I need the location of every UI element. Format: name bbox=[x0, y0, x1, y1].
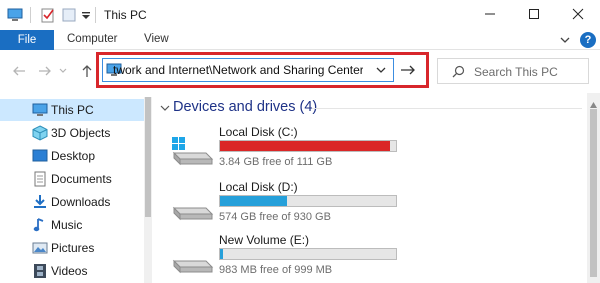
collapse-chevron-icon[interactable] bbox=[160, 102, 170, 112]
drive-usage-fill bbox=[220, 141, 390, 151]
search-icon bbox=[452, 65, 465, 78]
sidebar-item-3d-objects[interactable]: 3D Objects bbox=[0, 122, 148, 144]
navigation-pane: This PC 3D Objects Desktop Documents Dow… bbox=[0, 97, 152, 283]
tab-computer[interactable]: Computer bbox=[67, 33, 118, 45]
desktop-icon bbox=[32, 148, 48, 164]
drive-usage-bar bbox=[219, 195, 397, 207]
sidebar-item-label: Music bbox=[51, 218, 83, 232]
sidebar-item-pictures[interactable]: Pictures bbox=[0, 237, 148, 259]
drive-usage-fill bbox=[220, 196, 288, 206]
drive-free-space: 574 GB free of 930 GB bbox=[219, 211, 331, 223]
drive-free-space: 3.84 GB free of 111 GB bbox=[219, 156, 333, 168]
expand-ribbon-icon[interactable] bbox=[558, 33, 572, 47]
content-scroll-thumb[interactable] bbox=[590, 109, 597, 277]
sidebar-item-label: This PC bbox=[51, 103, 94, 117]
computer-icon[interactable] bbox=[7, 7, 23, 23]
tab-view[interactable]: View bbox=[144, 33, 169, 45]
go-arrow-icon[interactable] bbox=[398, 62, 418, 78]
help-button[interactable]: ? bbox=[580, 32, 596, 48]
drive-icon bbox=[170, 245, 214, 275]
music-note-icon bbox=[32, 217, 48, 233]
drive-name: New Volume (E:) bbox=[219, 233, 310, 247]
recent-locations-icon[interactable] bbox=[58, 65, 68, 81]
drive-item[interactable]: New Volume (E:) 983 MB free of 999 MB bbox=[152, 233, 587, 283]
sidebar-item-label: Desktop bbox=[51, 149, 96, 163]
properties-icon[interactable] bbox=[40, 7, 56, 23]
cube-icon bbox=[32, 125, 48, 141]
drive-item[interactable]: Local Disk (C:) 3.84 GB free of 111 GB bbox=[152, 125, 587, 175]
title-separator bbox=[95, 7, 96, 23]
minimize-icon bbox=[485, 13, 495, 15]
scroll-up-icon[interactable] bbox=[590, 97, 597, 108]
address-dropdown-icon[interactable] bbox=[375, 64, 387, 76]
close-icon bbox=[572, 8, 584, 20]
drive-usage-fill bbox=[220, 249, 223, 259]
window-title: This PC bbox=[104, 8, 147, 22]
sidebar-scroll-thumb[interactable] bbox=[145, 97, 151, 217]
tab-file[interactable]: File bbox=[0, 30, 54, 50]
drive-name: Local Disk (D:) bbox=[219, 180, 298, 194]
group-header[interactable]: Devices and drives (4) bbox=[173, 99, 317, 115]
sidebar-item-videos[interactable]: Videos bbox=[0, 260, 148, 282]
sidebar-item-this-pc[interactable]: This PC bbox=[0, 99, 148, 121]
sidebar-item-label: Downloads bbox=[51, 195, 111, 209]
sidebar-item-label: Pictures bbox=[51, 241, 95, 255]
group-divider bbox=[312, 108, 582, 109]
sidebar-item-label: Documents bbox=[51, 172, 112, 186]
drive-usage-bar bbox=[219, 140, 397, 152]
content-scrollbar[interactable] bbox=[587, 93, 600, 283]
new-folder-icon[interactable] bbox=[61, 7, 77, 23]
close-button[interactable] bbox=[556, 0, 600, 28]
pictures-icon bbox=[32, 240, 48, 256]
sidebar-item-label: 3D Objects bbox=[51, 126, 111, 140]
maximize-icon bbox=[529, 9, 539, 19]
forward-arrow-icon[interactable] bbox=[37, 63, 53, 79]
documents-icon bbox=[32, 171, 48, 187]
windows-drive-icon bbox=[170, 137, 214, 167]
sidebar-item-label: Videos bbox=[51, 264, 88, 278]
drive-usage-bar bbox=[219, 248, 397, 260]
sidebar-item-documents[interactable]: Documents bbox=[0, 168, 148, 190]
quick-access-separator bbox=[30, 7, 31, 23]
search-placeholder: Search This PC bbox=[474, 65, 558, 79]
content-pane: Devices and drives (4) Local Disk (C:) 3… bbox=[152, 93, 587, 283]
quick-access-dropdown-icon[interactable] bbox=[80, 7, 96, 23]
address-bar[interactable]: twork and Internet\Network and Sharing C… bbox=[102, 58, 394, 82]
minimize-button[interactable] bbox=[468, 0, 512, 28]
address-path[interactable]: twork and Internet\Network and Sharing C… bbox=[113, 63, 363, 77]
back-arrow-icon[interactable] bbox=[11, 63, 27, 79]
sidebar-item-music[interactable]: Music bbox=[0, 214, 148, 236]
download-icon bbox=[32, 194, 48, 210]
sidebar-scrollbar[interactable] bbox=[144, 97, 152, 283]
sidebar-item-desktop[interactable]: Desktop bbox=[0, 145, 148, 167]
drive-item[interactable]: Local Disk (D:) 574 GB free of 930 GB bbox=[152, 180, 587, 230]
maximize-button[interactable] bbox=[512, 0, 556, 28]
drive-icon bbox=[170, 192, 214, 222]
navigation-bar: twork and Internet\Network and Sharing C… bbox=[0, 50, 600, 93]
ribbon-tabs: File Computer View ? bbox=[0, 30, 600, 50]
sidebar-item-downloads[interactable]: Downloads bbox=[0, 191, 148, 213]
computer-icon bbox=[32, 102, 48, 118]
up-arrow-icon[interactable] bbox=[79, 63, 95, 79]
search-box[interactable]: Search This PC bbox=[437, 58, 589, 84]
drive-free-space: 983 MB free of 999 MB bbox=[219, 264, 333, 276]
film-icon bbox=[32, 263, 48, 279]
drive-name: Local Disk (C:) bbox=[219, 125, 298, 139]
title-bar: This PC bbox=[0, 0, 600, 30]
